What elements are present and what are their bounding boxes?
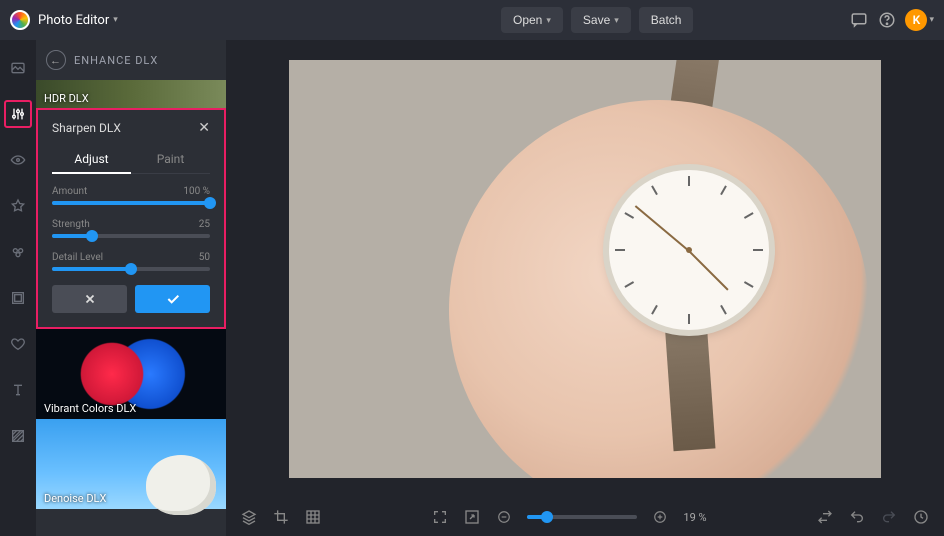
slider-thumb[interactable] bbox=[86, 230, 98, 242]
tab-paint[interactable]: Paint bbox=[131, 146, 210, 173]
slider-thumb[interactable] bbox=[125, 263, 137, 275]
sharpen-edit-card: Sharpen DLX ✕ Adjust Paint Amount 100 % bbox=[36, 108, 226, 329]
preset-denoise-label: Denoise DLX bbox=[44, 492, 106, 505]
app-logo bbox=[10, 10, 30, 30]
frame-tool-icon[interactable] bbox=[4, 284, 32, 312]
photo-canvas[interactable] bbox=[289, 60, 881, 478]
crop-icon[interactable] bbox=[272, 508, 290, 526]
slider-amount-track[interactable] bbox=[52, 201, 210, 205]
open-button[interactable]: Open ▾ bbox=[501, 7, 563, 33]
heart-tool-icon[interactable] bbox=[4, 330, 32, 358]
slider-strength-value: 25 bbox=[199, 219, 210, 230]
compare-icon[interactable] bbox=[816, 508, 834, 526]
slider-detail-label: Detail Level bbox=[52, 252, 103, 263]
fit-icon[interactable] bbox=[431, 508, 449, 526]
grid-icon[interactable] bbox=[304, 508, 322, 526]
slider-amount-label: Amount bbox=[52, 186, 87, 197]
effects-panel: ← ENHANCE DLX HDR DLX Sharpen DLX ✕ Adju… bbox=[36, 40, 226, 536]
slider-strength: Strength 25 bbox=[52, 219, 210, 238]
zoom-percent: 19 % bbox=[683, 511, 706, 524]
eye-tool-icon[interactable] bbox=[4, 146, 32, 174]
panel-title: ENHANCE DLX bbox=[74, 54, 158, 67]
fullscreen-icon[interactable] bbox=[463, 508, 481, 526]
sliders-tool-icon[interactable] bbox=[4, 100, 32, 128]
zoom-out-icon[interactable] bbox=[495, 508, 513, 526]
image-tool-icon[interactable] bbox=[4, 54, 32, 82]
undo-icon[interactable] bbox=[848, 508, 866, 526]
top-bar: Photo Editor ▾ Open ▾ Save ▾ Batch K ▾ bbox=[0, 0, 944, 40]
preset-vibrant-label: Vibrant Colors DLX bbox=[44, 402, 136, 415]
chevron-down-icon: ▾ bbox=[614, 15, 619, 26]
batch-label: Batch bbox=[651, 13, 682, 27]
open-label: Open bbox=[513, 13, 542, 27]
text-tool-icon[interactable] bbox=[4, 376, 32, 404]
redo-icon bbox=[880, 508, 898, 526]
bottom-bar: 19 % bbox=[226, 498, 944, 536]
slider-thumb[interactable] bbox=[541, 511, 553, 523]
slider-detail-track[interactable] bbox=[52, 267, 210, 271]
slider-amount-value: 100 % bbox=[183, 186, 210, 197]
account-menu[interactable]: K ▾ bbox=[905, 9, 934, 31]
graphics-tool-icon[interactable] bbox=[4, 238, 32, 266]
slider-strength-label: Strength bbox=[52, 219, 90, 230]
slider-detail: Detail Level 50 bbox=[52, 252, 210, 271]
back-button[interactable]: ← bbox=[46, 50, 66, 70]
slider-detail-value: 50 bbox=[199, 252, 210, 263]
preset-hdr[interactable]: HDR DLX bbox=[36, 80, 226, 108]
avatar: K bbox=[905, 9, 927, 31]
history-icon[interactable] bbox=[912, 508, 930, 526]
slider-amount: Amount 100 % bbox=[52, 186, 210, 205]
help-icon[interactable] bbox=[877, 10, 897, 30]
star-tool-icon[interactable] bbox=[4, 192, 32, 220]
preset-hdr-label: HDR DLX bbox=[44, 92, 89, 105]
feedback-icon[interactable] bbox=[849, 10, 869, 30]
panel-header: ← ENHANCE DLX bbox=[36, 40, 226, 80]
layers-icon[interactable] bbox=[240, 508, 258, 526]
chevron-down-icon: ▾ bbox=[929, 15, 934, 25]
close-icon[interactable]: ✕ bbox=[198, 120, 210, 136]
zoom-slider[interactable] bbox=[527, 515, 637, 519]
chevron-down-icon: ▾ bbox=[546, 15, 551, 26]
apply-button[interactable] bbox=[135, 285, 210, 313]
save-button[interactable]: Save ▾ bbox=[571, 7, 631, 33]
edit-title: Sharpen DLX bbox=[52, 121, 121, 135]
cancel-button[interactable] bbox=[52, 285, 127, 313]
canvas-area: 19 % bbox=[226, 40, 944, 536]
tab-adjust[interactable]: Adjust bbox=[52, 146, 131, 174]
zoom-in-icon[interactable] bbox=[651, 508, 669, 526]
app-title-text: Photo Editor bbox=[38, 13, 109, 28]
preset-vibrant[interactable]: Vibrant Colors DLX bbox=[36, 329, 226, 419]
slider-strength-track[interactable] bbox=[52, 234, 210, 238]
tool-rail bbox=[0, 40, 36, 536]
app-title-dropdown[interactable]: Photo Editor ▾ bbox=[38, 13, 118, 28]
slider-thumb[interactable] bbox=[204, 197, 216, 209]
batch-button[interactable]: Batch bbox=[639, 7, 694, 33]
preset-denoise[interactable]: Denoise DLX bbox=[36, 419, 226, 509]
chevron-down-icon: ▾ bbox=[113, 15, 118, 25]
save-label: Save bbox=[583, 13, 610, 27]
texture-tool-icon[interactable] bbox=[4, 422, 32, 450]
